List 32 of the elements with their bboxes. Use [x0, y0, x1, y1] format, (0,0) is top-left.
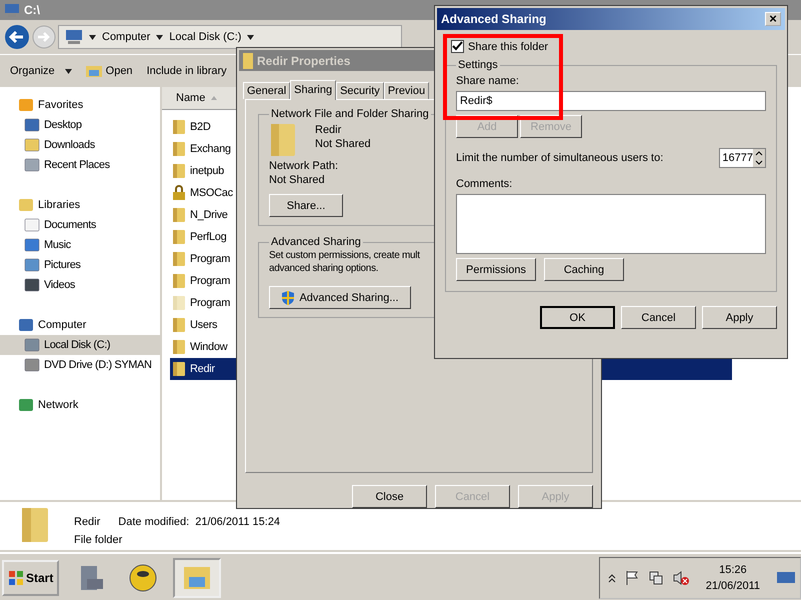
- file-name: Program: [190, 275, 230, 287]
- file-name: inetpub: [190, 165, 224, 177]
- group-title: Settings: [457, 59, 499, 71]
- file-name: B2D: [190, 121, 210, 133]
- share-status: Not Shared: [315, 138, 371, 150]
- file-name: PerfLog: [190, 231, 226, 243]
- file-type: File folder: [74, 534, 122, 546]
- file-name: Program: [190, 297, 230, 309]
- file-name: Window: [190, 341, 228, 353]
- file-name: Program: [190, 253, 230, 265]
- file-name: Redir: [74, 516, 100, 528]
- file-name: MSOCac: [190, 187, 233, 199]
- file-name: Users: [190, 319, 218, 331]
- file-name: Redir: [190, 363, 215, 375]
- date-label: Date modified:: [118, 516, 190, 528]
- field-label: Limit the number of simultaneous users to:: [456, 152, 664, 164]
- dialog-title: Redir Properties: [257, 54, 350, 68]
- description-line: Set custom permissions, create mult: [269, 250, 420, 262]
- folder-name: Redir: [315, 124, 342, 136]
- window-title: C:\: [24, 3, 40, 17]
- dialog-title: Advanced Sharing: [441, 12, 546, 26]
- path-value: Not Shared: [269, 174, 325, 186]
- field-label: Share name:: [456, 75, 519, 87]
- date-value: 21/06/2011 15:24: [195, 516, 280, 528]
- description-line: advanced sharing options.: [269, 263, 378, 274]
- path-label: Network Path:: [269, 160, 338, 172]
- file-name: Exchang: [190, 143, 231, 155]
- group-title: Network File and Folder Sharing: [270, 108, 430, 120]
- group-title: Advanced Sharing: [270, 236, 362, 248]
- field-label: Comments:: [456, 178, 512, 190]
- checkbox-label: Share this folder: [468, 40, 548, 52]
- file-name: N_Drive: [190, 209, 228, 221]
